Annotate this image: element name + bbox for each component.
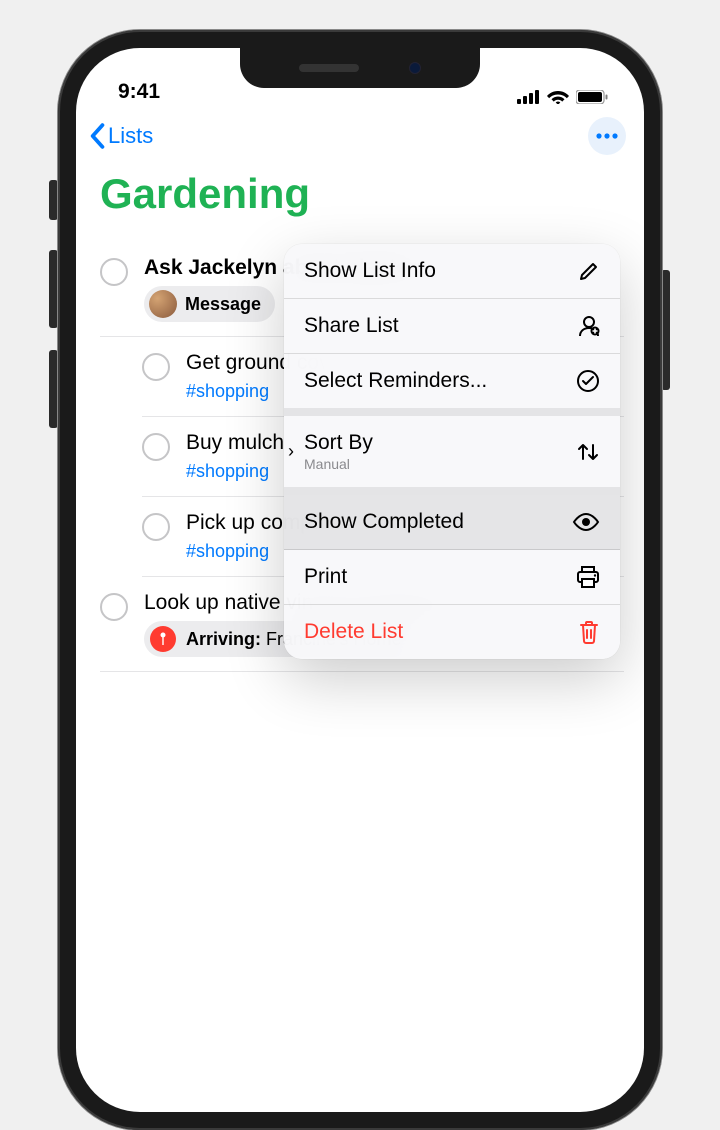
menu-label: Show List Info (304, 259, 436, 283)
menu-print[interactable]: Print (284, 550, 620, 605)
pencil-icon (578, 260, 600, 282)
trash-icon (578, 620, 600, 644)
phone-volume-down (49, 350, 58, 428)
menu-show-completed[interactable]: Show Completed (284, 495, 620, 550)
chevron-right-icon: › (288, 441, 294, 462)
menu-show-list-info[interactable]: Show List Info (284, 244, 620, 299)
menu-label: Show Completed (304, 510, 464, 534)
menu-select-reminders[interactable]: Select Reminders... (284, 354, 620, 416)
chip-label: Message (185, 294, 261, 315)
menu-delete-list[interactable]: Delete List (284, 605, 620, 659)
printer-icon (576, 566, 600, 588)
screen: 9:41 Lists Gardening Ask Jackelyn about … (76, 48, 644, 1112)
cellular-icon (517, 90, 540, 104)
location-pin-icon (150, 626, 176, 652)
back-button[interactable]: Lists (88, 123, 153, 149)
wifi-icon (547, 89, 569, 104)
nav-bar: Lists (76, 108, 644, 164)
menu-label: Print (304, 565, 347, 589)
status-time: 9:41 (118, 80, 160, 104)
phone-frame: 9:41 Lists Gardening Ask Jackelyn about … (58, 30, 662, 1130)
menu-share-list[interactable]: Share List (284, 299, 620, 354)
reminder-radio[interactable] (100, 593, 128, 621)
message-chip[interactable]: Message (144, 286, 275, 322)
reminder-radio[interactable] (142, 513, 170, 541)
reminder-radio[interactable] (100, 258, 128, 286)
menu-label: Delete List (304, 620, 403, 644)
phone-volume-up (49, 250, 58, 328)
phone-mute-switch (49, 180, 58, 220)
battery-icon (576, 90, 608, 104)
phone-side-button (661, 270, 670, 390)
person-add-icon (576, 314, 600, 338)
back-label: Lists (108, 123, 153, 149)
menu-label: Select Reminders... (304, 369, 487, 393)
notch (240, 48, 480, 88)
sort-icon (576, 441, 600, 463)
menu-label: Share List (304, 314, 399, 338)
menu-sort-by[interactable]: › Sort By Manual (284, 416, 620, 495)
context-menu: Show List Info Share List Select Reminde… (284, 244, 620, 659)
location-label: Arriving: (186, 629, 261, 649)
more-button[interactable] (588, 117, 626, 155)
ellipsis-icon (596, 133, 618, 139)
reminder-radio[interactable] (142, 433, 170, 461)
menu-sublabel: Manual (304, 456, 373, 472)
avatar (149, 290, 177, 318)
list-title: Gardening (100, 170, 624, 218)
checkmark-circle-icon (576, 369, 600, 393)
chevron-left-icon (88, 123, 106, 149)
reminder-radio[interactable] (142, 353, 170, 381)
menu-label: Sort By (304, 431, 373, 454)
eye-icon (572, 513, 600, 531)
